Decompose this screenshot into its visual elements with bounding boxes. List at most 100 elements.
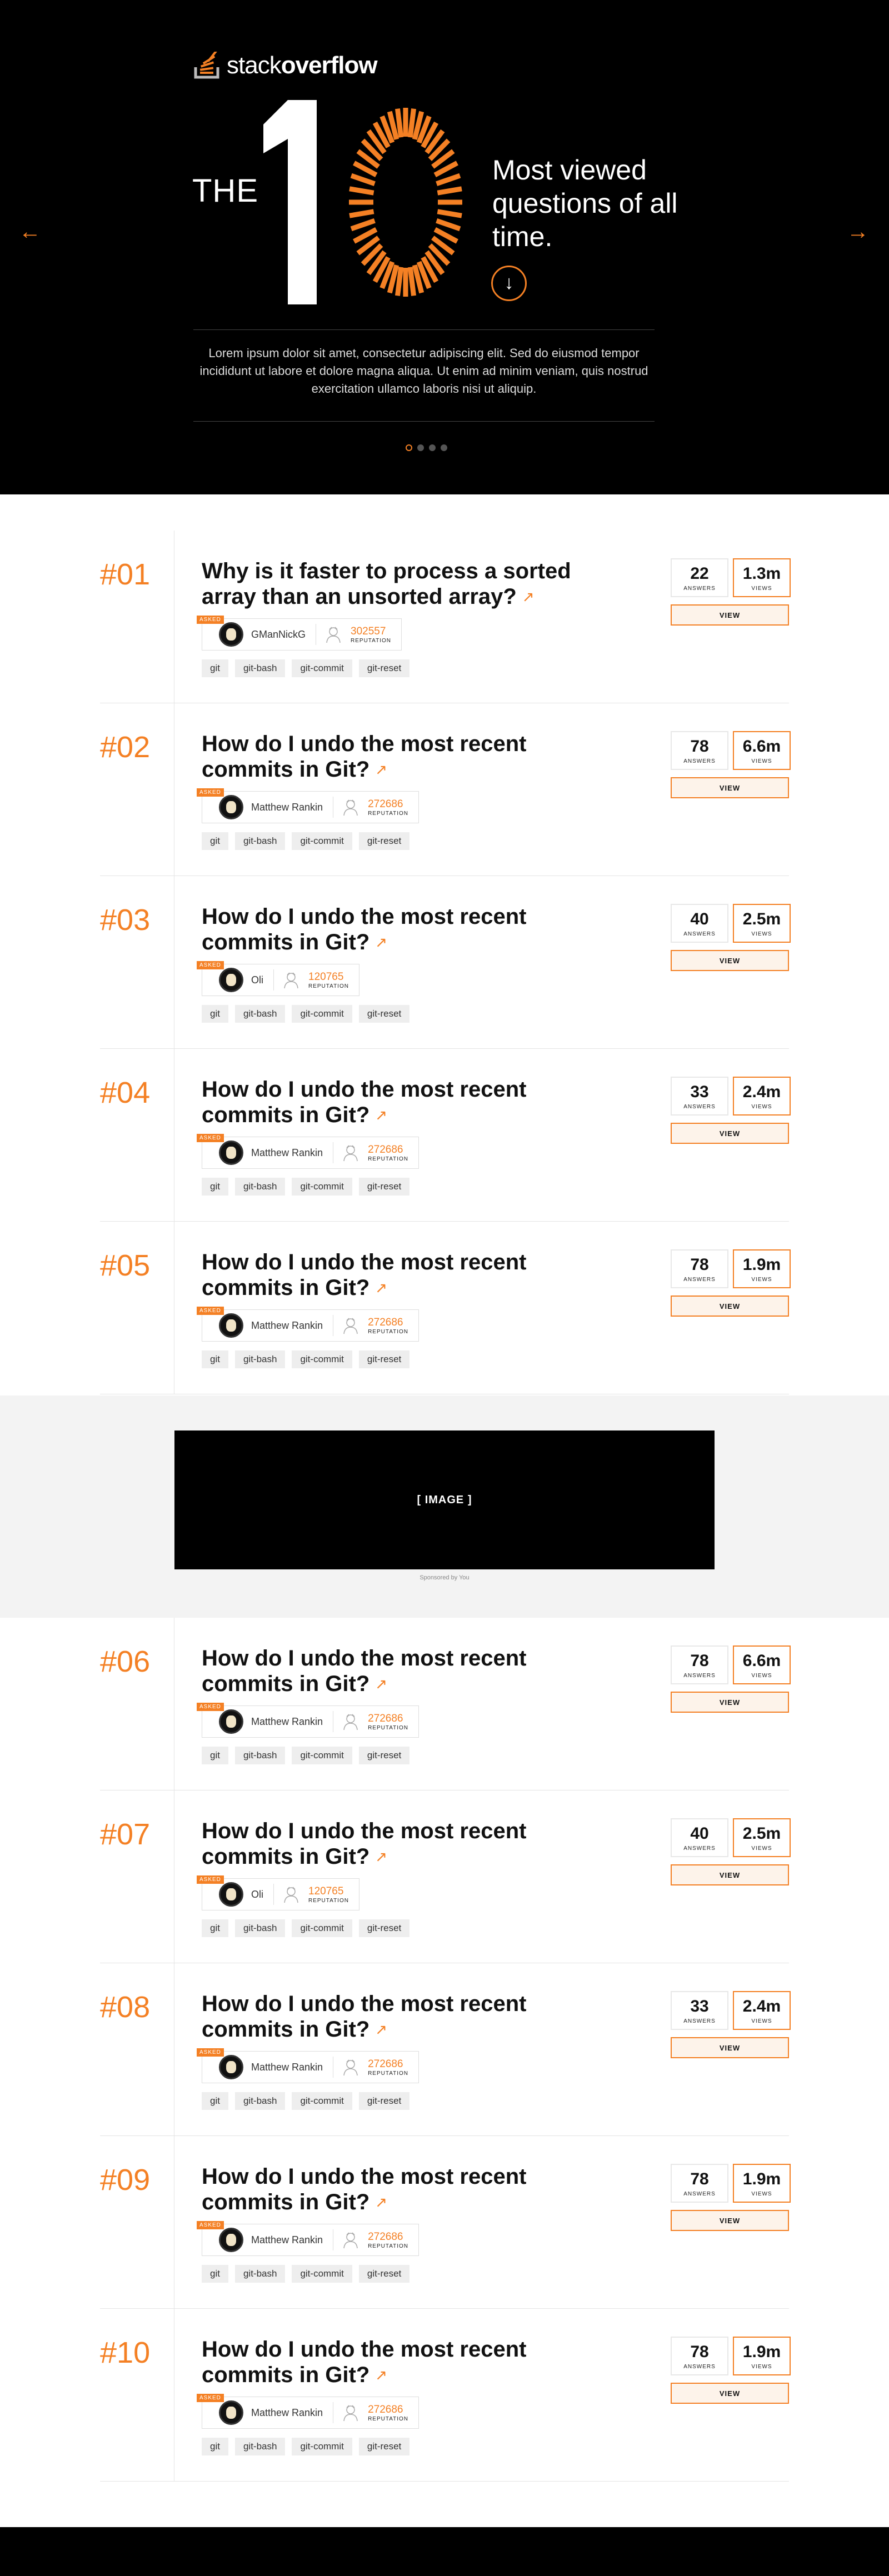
external-link-icon[interactable]: ↗ [375,757,387,782]
view-button[interactable]: VIEW [671,777,789,798]
next-arrow-icon[interactable]: → [847,219,869,244]
question-title-text[interactable]: How do I undo the most recent commits in… [202,2164,526,2214]
author-name[interactable]: Oli [251,1889,263,1900]
tag[interactable]: git-bash [234,2265,286,2283]
question-title[interactable]: How do I undo the most recent commits in… [202,2337,591,2388]
tag[interactable]: git-commit [292,832,352,850]
author-name[interactable]: Matthew Rankin [251,1320,323,1332]
tag[interactable]: git-commit [292,659,352,677]
question-title[interactable]: How do I undo the most recent commits in… [202,904,591,955]
author-card[interactable]: ASKED GManNickG 302557 REPUTATION [197,616,402,651]
question-title-text[interactable]: How do I undo the most recent commits in… [202,2337,526,2387]
tag[interactable]: git [202,2092,228,2110]
tag[interactable]: git-reset [358,2092,410,2110]
stackoverflow-logo[interactable]: stackoverflow [193,49,378,82]
view-button[interactable]: VIEW [671,1864,789,1885]
author-card[interactable]: ASKED Matthew Rankin 272686 REPUTATION [197,1134,419,1169]
tag[interactable]: git [202,1178,228,1196]
author-card[interactable]: ASKED Oli 120765 REPUTATION [197,961,359,996]
question-title[interactable]: How do I undo the most recent commits in… [202,1818,591,1869]
scroll-down-button[interactable]: ↓ [491,266,527,301]
external-link-icon[interactable]: ↗ [375,929,387,955]
view-button[interactable]: VIEW [671,1295,789,1317]
tag[interactable]: git-bash [234,1005,286,1023]
question-title[interactable]: How do I undo the most recent commits in… [202,731,591,782]
author-name[interactable]: Matthew Rankin [251,1147,323,1159]
tag[interactable]: git-bash [234,2438,286,2455]
tag[interactable]: git-bash [234,1350,286,1368]
author-name[interactable]: Matthew Rankin [251,2407,323,2419]
tag[interactable]: git-commit [292,1350,352,1368]
question-title[interactable]: How do I undo the most recent commits in… [202,1077,591,1128]
tag[interactable]: git-reset [358,1005,410,1023]
author-card[interactable]: ASKED Matthew Rankin 272686 REPUTATION [197,2394,419,2429]
tag[interactable]: git-bash [234,1178,286,1196]
tag[interactable]: git-bash [234,832,286,850]
tag[interactable]: git-reset [358,1350,410,1368]
question-title[interactable]: Why is it faster to process a sorted arr… [202,558,591,609]
question-title-text[interactable]: How do I undo the most recent commits in… [202,1819,526,1869]
tag[interactable]: git [202,832,228,850]
tag[interactable]: git-reset [358,1178,410,1196]
tag[interactable]: git-bash [234,659,286,677]
question-title-text[interactable]: How do I undo the most recent commits in… [202,904,526,954]
question-title[interactable]: How do I undo the most recent commits in… [202,1645,591,1697]
question-title-text[interactable]: Why is it faster to process a sorted arr… [202,559,571,609]
tag[interactable]: git [202,659,228,677]
author-name[interactable]: Matthew Rankin [251,1716,323,1728]
author-card[interactable]: ASKED Matthew Rankin 272686 REPUTATION [197,788,419,823]
external-link-icon[interactable]: ↗ [375,1102,387,1128]
tag[interactable]: git-reset [358,832,410,850]
prev-arrow-icon[interactable]: ← [19,219,41,244]
view-button[interactable]: VIEW [671,1123,789,1144]
view-button[interactable]: VIEW [671,2037,789,2058]
tag[interactable]: git [202,1350,228,1368]
author-card[interactable]: ASKED Matthew Rankin 272686 REPUTATION [197,1703,419,1738]
view-button[interactable]: VIEW [671,1692,789,1713]
slide-dot[interactable] [417,444,424,451]
question-title[interactable]: How do I undo the most recent commits in… [202,2164,591,2215]
author-card[interactable]: ASKED Matthew Rankin 272686 REPUTATION [197,2048,419,2083]
external-link-icon[interactable]: ↗ [375,2362,387,2388]
author-card[interactable]: ASKED Oli 120765 REPUTATION [197,1875,359,1910]
tag[interactable]: git [202,1005,228,1023]
tag[interactable]: git-bash [234,2092,286,2110]
external-link-icon[interactable]: ↗ [375,1844,387,1869]
external-link-icon[interactable]: ↗ [522,584,535,609]
question-title-text[interactable]: How do I undo the most recent commits in… [202,1992,526,2042]
tag[interactable]: git-reset [358,1747,410,1764]
tag[interactable]: git-commit [292,1178,352,1196]
external-link-icon[interactable]: ↗ [375,1671,387,1697]
slide-dot[interactable] [441,444,447,451]
author-card[interactable]: ASKED Matthew Rankin 272686 REPUTATION [197,1307,419,1342]
view-button[interactable]: VIEW [671,2210,789,2231]
question-title-text[interactable]: How do I undo the most recent commits in… [202,1077,526,1127]
view-button[interactable]: VIEW [671,2383,789,2404]
tag[interactable]: git [202,2265,228,2283]
author-name[interactable]: GManNickG [251,629,306,641]
external-link-icon[interactable]: ↗ [375,1275,387,1300]
tag[interactable]: git-commit [292,2092,352,2110]
ad-image[interactable]: [ IMAGE ] [174,1430,715,1569]
author-name[interactable]: Matthew Rankin [251,2234,323,2246]
tag[interactable]: git-commit [292,2438,352,2455]
question-title-text[interactable]: How do I undo the most recent commits in… [202,1250,526,1300]
slide-dot[interactable] [429,444,436,451]
tag[interactable]: git-reset [358,1919,410,1937]
external-link-icon[interactable]: ↗ [375,2017,387,2042]
question-title-text[interactable]: How do I undo the most recent commits in… [202,1646,526,1696]
author-name[interactable]: Matthew Rankin [251,2062,323,2073]
tag[interactable]: git-bash [234,1919,286,1937]
tag[interactable]: git [202,1747,228,1764]
tag[interactable]: git [202,1919,228,1937]
external-link-icon[interactable]: ↗ [375,2189,387,2215]
view-button[interactable]: VIEW [671,950,789,971]
tag[interactable]: git-reset [358,2438,410,2455]
tag[interactable]: git [202,2438,228,2455]
question-title-text[interactable]: How do I undo the most recent commits in… [202,732,526,782]
question-title[interactable]: How do I undo the most recent commits in… [202,1991,591,2042]
tag[interactable]: git-commit [292,1919,352,1937]
author-name[interactable]: Oli [251,974,263,986]
tag[interactable]: git-commit [292,1005,352,1023]
tag[interactable]: git-reset [358,659,410,677]
